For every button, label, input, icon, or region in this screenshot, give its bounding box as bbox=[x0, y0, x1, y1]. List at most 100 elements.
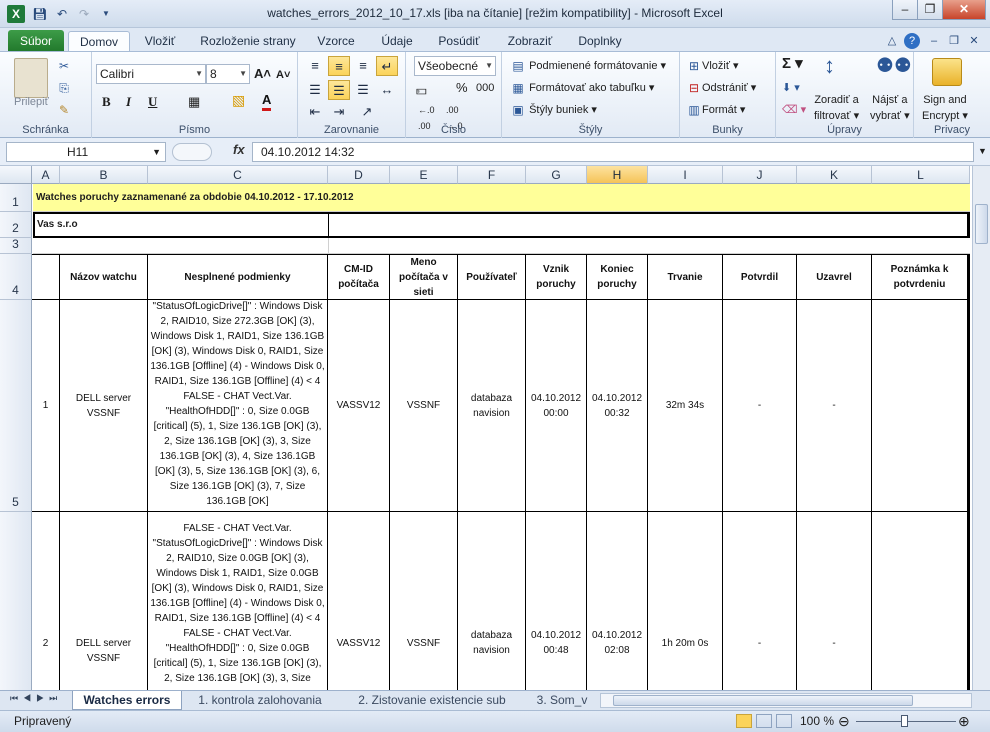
column-header-D[interactable]: D bbox=[328, 166, 390, 184]
worksheet-grid[interactable]: A B C D E F G H I J K L 1 2 3 4 5 Watche… bbox=[0, 166, 990, 690]
tab-data[interactable]: Údaje bbox=[374, 31, 420, 52]
vertical-scrollbar[interactable] bbox=[972, 166, 990, 690]
font-color-icon[interactable]: A bbox=[262, 92, 272, 111]
zoom-level[interactable]: 100 % bbox=[800, 714, 834, 728]
row-header-1[interactable]: 1 bbox=[0, 184, 32, 212]
zoom-in-icon[interactable]: ⊕ bbox=[958, 713, 970, 730]
cell-cmid[interactable]: VASSV12 bbox=[328, 512, 390, 690]
format-painter-icon[interactable]: ✎ bbox=[56, 102, 72, 118]
formula-input[interactable]: 04.10.2012 14:32 bbox=[252, 142, 974, 162]
font-name-select[interactable]: Calibri ▼ bbox=[96, 64, 206, 84]
column-header-J[interactable]: J bbox=[723, 166, 797, 184]
cell-pc[interactable]: VSSNF bbox=[390, 512, 458, 690]
header-cell-duration[interactable]: Trvanie bbox=[648, 254, 723, 300]
sort-filter-button[interactable]: Zoradiť a filtrovať ▾ bbox=[814, 92, 859, 124]
cell-conditions[interactable]: FALSE - CHAT Vect.Var. "StatusOfLogicDri… bbox=[148, 300, 328, 512]
column-header-K[interactable]: K bbox=[797, 166, 872, 184]
number-format-select[interactable]: Všeobecné ▼ bbox=[414, 56, 496, 76]
cell-user[interactable]: databaza navision bbox=[458, 512, 526, 690]
paste-icon[interactable] bbox=[14, 58, 48, 98]
align-right-icon[interactable]: ☰ bbox=[352, 80, 374, 100]
column-header-H[interactable]: H bbox=[587, 166, 648, 184]
cell-confirmed[interactable]: - bbox=[723, 300, 797, 512]
column-header-A[interactable]: A bbox=[32, 166, 60, 184]
insert-cells-button[interactable]: ⊞ Vložiť ▾ bbox=[686, 58, 739, 74]
workbook-restore-icon[interactable]: ❐ bbox=[946, 33, 962, 49]
thousands-button[interactable]: 000 bbox=[476, 80, 494, 96]
cell-end[interactable]: 04.10.2012 00:32 bbox=[587, 300, 648, 512]
name-box[interactable]: H11 ▼ bbox=[6, 142, 166, 162]
minimize-button[interactable]: ‒ bbox=[892, 0, 918, 20]
percent-button[interactable]: % bbox=[456, 80, 468, 96]
cell-closed[interactable]: - bbox=[797, 300, 872, 512]
column-header-C[interactable]: C bbox=[148, 166, 328, 184]
header-cell-conditions[interactable]: Nesplnené podmienky bbox=[148, 254, 328, 300]
sign-encrypt-button[interactable]: Sign and Encrypt ▾ bbox=[922, 92, 968, 124]
header-cell-watch[interactable]: Názov watchu bbox=[60, 254, 148, 300]
workbook-minimize-icon[interactable]: ‒ bbox=[926, 33, 942, 49]
report-title[interactable]: Watches poruchy zaznamenané za obdobie 0… bbox=[33, 184, 970, 212]
select-all-corner[interactable] bbox=[0, 166, 32, 184]
cell-user[interactable]: databaza navision bbox=[458, 300, 526, 512]
merge-center-icon[interactable]: ↔ bbox=[376, 80, 398, 100]
increase-indent-icon[interactable]: ⇥ bbox=[328, 102, 350, 122]
sheet-nav-arrows-icon[interactable]: ⏮◀▶⏭ bbox=[10, 693, 62, 704]
header-cell-num[interactable] bbox=[32, 254, 60, 300]
clear-icon[interactable]: ⌫ ▾ bbox=[782, 102, 806, 118]
wrap-text-icon[interactable]: ↵ bbox=[376, 56, 398, 76]
help-icon[interactable]: ? bbox=[904, 33, 920, 49]
scrollbar-thumb[interactable] bbox=[613, 695, 913, 706]
borders-icon[interactable]: ▦ bbox=[188, 94, 200, 110]
cell-closed[interactable]: - bbox=[797, 512, 872, 690]
decrease-indent-icon[interactable]: ⇤ bbox=[304, 102, 326, 122]
normal-view-icon[interactable] bbox=[736, 714, 752, 728]
align-center-icon[interactable]: ☰ bbox=[328, 80, 350, 100]
header-cell-start[interactable]: Vznik poruchy bbox=[526, 254, 587, 300]
header-cell-note[interactable]: Poznámka k potvrdeniu bbox=[872, 254, 970, 300]
fill-color-icon[interactable]: ▧ bbox=[232, 92, 245, 108]
row-header-5[interactable]: 5 bbox=[0, 300, 32, 512]
tab-view[interactable]: Zobraziť bbox=[500, 31, 560, 52]
orientation-icon[interactable]: ↗ bbox=[356, 102, 378, 122]
cell-cmid[interactable]: VASSV12 bbox=[328, 300, 390, 512]
zoom-out-icon[interactable]: ⊖ bbox=[838, 713, 850, 730]
workbook-close-icon[interactable]: ✕ bbox=[966, 33, 982, 49]
header-cell-cmid[interactable]: CM-ID počítača bbox=[328, 254, 390, 300]
tab-insert[interactable]: Vložiť bbox=[138, 31, 182, 52]
row-header-4[interactable]: 4 bbox=[0, 254, 32, 300]
minimize-ribbon-icon[interactable]: △ bbox=[884, 33, 900, 49]
cell-watch[interactable]: DELL server VSSNF bbox=[60, 300, 148, 512]
restore-button[interactable]: ❐ bbox=[917, 0, 943, 20]
format-as-table-button[interactable]: ▦ Formátovať ako tabuľku ▾ bbox=[510, 80, 654, 96]
page-layout-view-icon[interactable] bbox=[756, 714, 772, 728]
formula-bar-handle[interactable] bbox=[172, 143, 212, 161]
row-header-2[interactable]: 2 bbox=[0, 212, 32, 238]
bold-button[interactable]: B bbox=[102, 94, 111, 110]
column-header-L[interactable]: L bbox=[872, 166, 970, 184]
cell-end[interactable]: 04.10.2012 02:08 bbox=[587, 512, 648, 690]
column-header-E[interactable]: E bbox=[390, 166, 458, 184]
align-bottom-icon[interactable]: ≡ bbox=[352, 56, 374, 76]
sheet-tab-zistovanie[interactable]: 2. Zistovanie existencie sub bbox=[342, 691, 522, 710]
cell-start[interactable]: 04.10.2012 00:48 bbox=[526, 512, 587, 690]
tab-formulas[interactable]: Vzorce bbox=[313, 31, 359, 52]
paste-button[interactable]: Prilepiť bbox=[14, 94, 49, 110]
font-size-select[interactable]: 8 ▼ bbox=[206, 64, 250, 84]
cell-watch[interactable]: DELL server VSSNF bbox=[60, 512, 148, 690]
shrink-font-icon[interactable]: A˅ bbox=[276, 67, 290, 83]
header-cell-pc[interactable]: Meno počítača v sieti bbox=[390, 254, 458, 300]
column-header-I[interactable]: I bbox=[648, 166, 723, 184]
cell-styles-button[interactable]: ▣ Štýly buniek ▾ bbox=[510, 102, 597, 118]
sheet-tab-kontrola[interactable]: 1. kontrola zalohovania bbox=[184, 691, 336, 710]
cell-note[interactable] bbox=[872, 300, 970, 512]
align-left-icon[interactable]: ☰ bbox=[304, 80, 326, 100]
company-name[interactable]: Vas s.r.o bbox=[33, 212, 970, 238]
header-cell-end[interactable]: Koniec poruchy bbox=[587, 254, 648, 300]
find-select-button[interactable]: Nájsť a vybrať ▾ bbox=[870, 92, 910, 124]
tab-home[interactable]: Domov bbox=[68, 31, 130, 52]
header-cell-closed[interactable]: Uzavrel bbox=[797, 254, 872, 300]
currency-icon[interactable]: 💵︎ bbox=[416, 82, 427, 98]
tab-page-layout[interactable]: Rozloženie strany bbox=[196, 31, 300, 52]
tab-file[interactable]: Súbor bbox=[8, 30, 64, 52]
cell-num[interactable]: 1 bbox=[32, 300, 60, 512]
